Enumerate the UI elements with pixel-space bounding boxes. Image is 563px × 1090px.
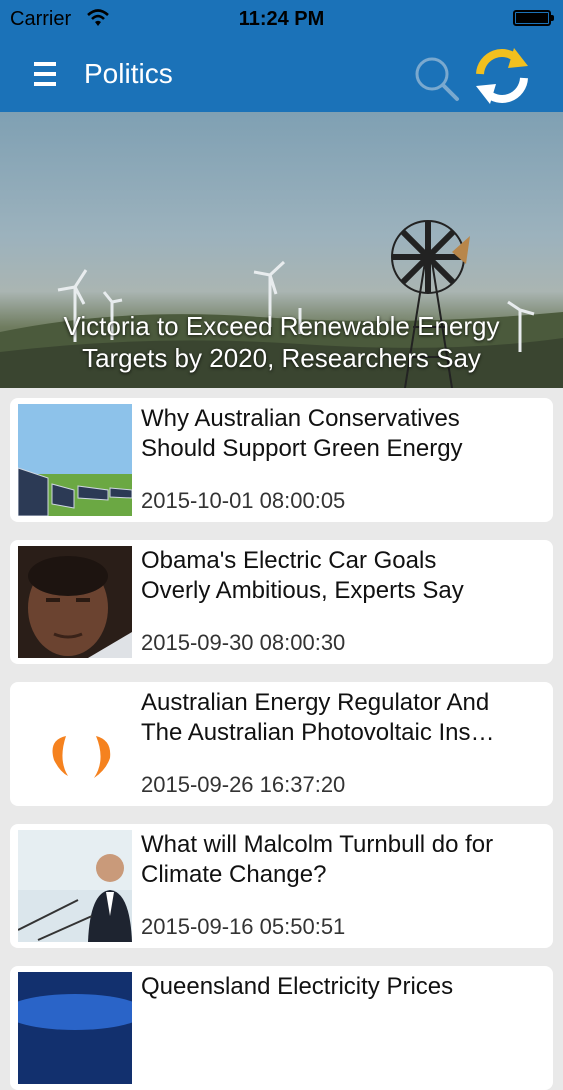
menu-icon[interactable]: [34, 62, 56, 88]
article-thumbnail: [18, 404, 132, 516]
page-title: Politics: [84, 58, 173, 89]
article-date: 2015-10-01 08:00:05: [141, 488, 346, 513]
featured-title-line-1: Victoria to Exceed Renewable Energy: [63, 311, 500, 341]
nav-bar: Politics: [0, 38, 563, 112]
article-title-line-2: Should Support Green Energy: [141, 435, 463, 462]
featured-title-line-2: Targets by 2020, Researchers Say: [82, 343, 481, 373]
article-title-line-2: Climate Change?: [141, 861, 327, 888]
article-title-line-1: Why Australian Conservatives: [141, 405, 460, 432]
article-title-line-2: Overly Ambitious, Experts Say: [141, 577, 464, 604]
search-icon[interactable]: [410, 52, 462, 104]
article-title: What will Malcolm Turnbull do for Climat…: [141, 830, 541, 890]
article-title-line-1: Australian Energy Regulator And: [141, 689, 490, 716]
article-thumbnail: [18, 972, 132, 1084]
article-title-line-1: Obama's Electric Car Goals: [141, 547, 437, 574]
news-list-item[interactable]: Obama's Electric Car Goals Overly Ambiti…: [10, 540, 553, 664]
article-title-line-1: What will Malcolm Turnbull do for: [141, 831, 494, 858]
refresh-icon[interactable]: [470, 44, 534, 108]
article-thumbnail: [18, 830, 132, 942]
featured-article-title: Victoria to Exceed Renewable Energy Targ…: [20, 310, 543, 374]
battery-icon: [513, 10, 554, 26]
article-title-line-1: Queensland Electricity Prices: [141, 973, 454, 1000]
clock: 11:24 PM: [238, 8, 325, 30]
article-thumbnail: [18, 688, 132, 800]
article-date: 2015-09-16 05:50:51: [141, 914, 346, 939]
news-list-item[interactable]: Queensland Electricity Prices: [10, 966, 553, 1090]
featured-article[interactable]: Victoria to Exceed Renewable Energy Targ…: [0, 112, 563, 388]
article-title: Queensland Electricity Prices: [141, 972, 541, 1002]
article-title: Obama's Electric Car Goals Overly Ambiti…: [141, 546, 541, 606]
logo-icon: [18, 688, 132, 800]
article-thumbnail: [18, 546, 132, 658]
article-title-line-2: The Australian Photovoltaic Ins…: [141, 719, 495, 746]
news-list-item[interactable]: Australian Energy Regulator And The Aust…: [10, 682, 553, 806]
status-bar: Carrier 11:24 PM: [0, 0, 563, 38]
article-title: Australian Energy Regulator And The Aust…: [141, 688, 541, 748]
news-list-item[interactable]: Why Australian Conservatives Should Supp…: [10, 398, 553, 522]
article-date: 2015-09-30 08:00:30: [141, 630, 346, 655]
article-title: Why Australian Conservatives Should Supp…: [141, 404, 541, 464]
news-list-item[interactable]: What will Malcolm Turnbull do for Climat…: [10, 824, 553, 948]
article-date: 2015-09-26 16:37:20: [141, 772, 346, 797]
